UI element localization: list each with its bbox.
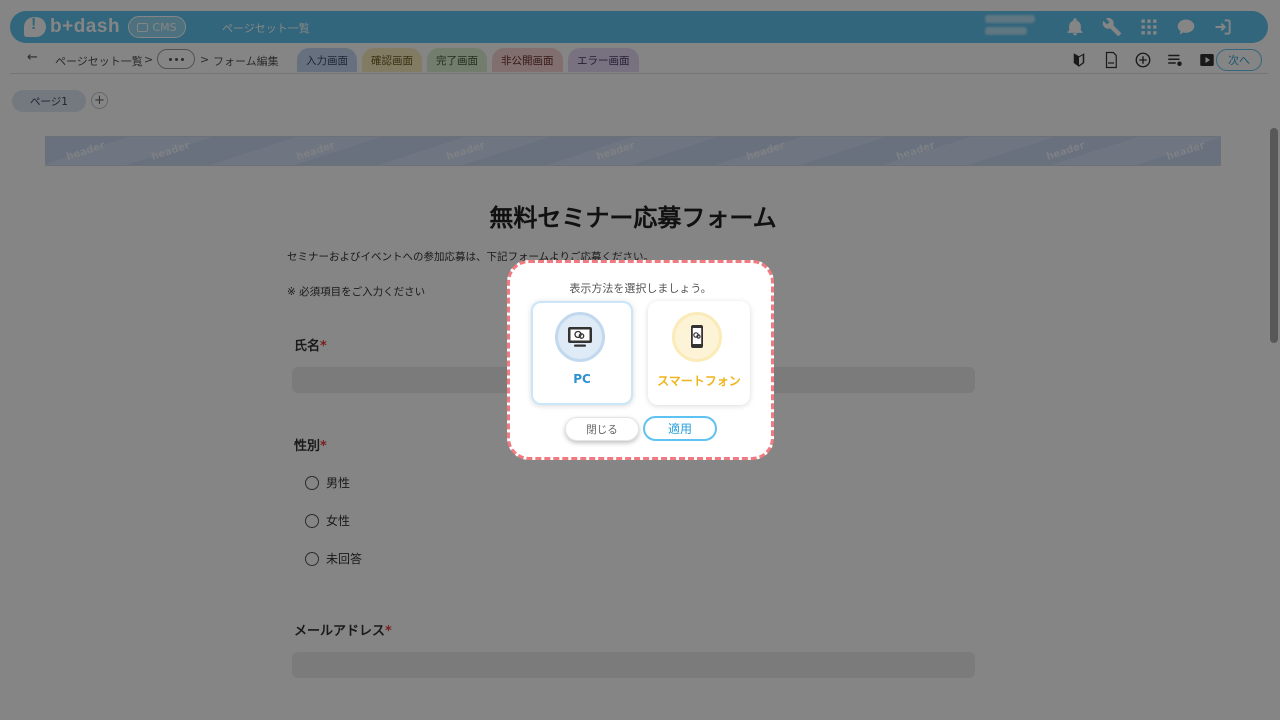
smartphone-option[interactable]: スマートフォン [648,301,750,405]
close-button[interactable]: 閉じる [565,417,639,441]
smartphone-option-label: スマートフォン [657,374,741,388]
display-mode-dialog: 表示方法を選択しましょう。 PC スマートフォン 閉じる 適用 [507,260,774,460]
pc-option-label: PC [573,372,591,386]
pc-option[interactable]: PC [531,301,633,405]
smartphone-icon [672,312,722,362]
apply-button[interactable]: 適用 [643,416,717,441]
pc-monitor-icon [555,312,605,362]
dialog-prompt: 表示方法を選択しましょう。 [569,282,712,295]
